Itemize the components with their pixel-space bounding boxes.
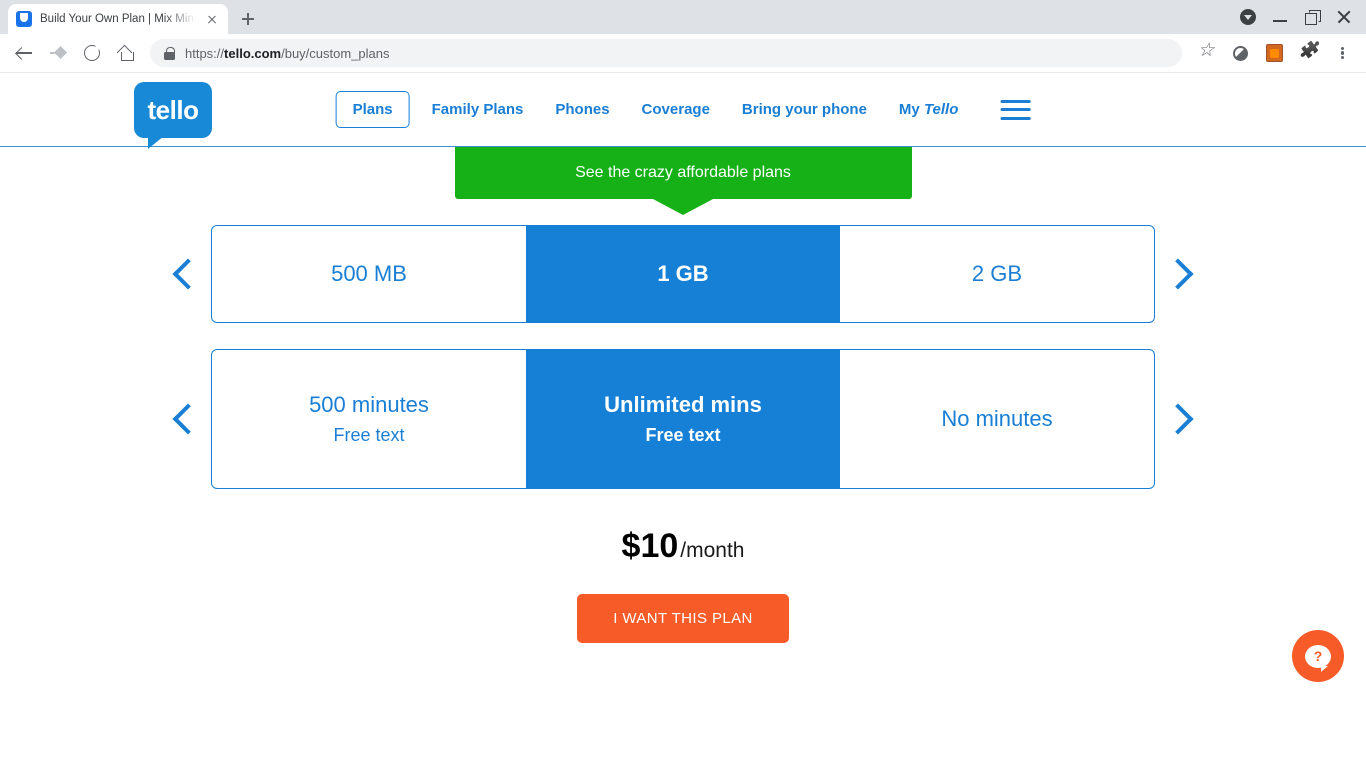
window-controls [1226, 0, 1366, 34]
minutes-option-500[interactable]: 500 minutes Free text [212, 350, 526, 488]
star-icon [1198, 41, 1215, 62]
minutes-selector-row: 500 minutes Free text Unlimited mins Fre… [0, 349, 1366, 489]
puzzle-piece-icon [1300, 45, 1317, 62]
data-option-label: 2 GB [971, 261, 1023, 287]
i-want-this-plan-button[interactable]: I WANT THIS PLAN [577, 594, 789, 643]
forward-arrow-icon [49, 44, 67, 62]
help-question-mark: ? [1313, 648, 1323, 664]
url-text: https://tello.com/buy/custom_plans [185, 46, 390, 61]
minutes-option-sub: Free text [645, 424, 721, 445]
minutes-next-arrow-icon[interactable] [1155, 384, 1201, 454]
site-header: tello Plans Family Plans Phones Coverage… [0, 73, 1366, 149]
back-button[interactable] [8, 37, 40, 69]
my-tello-brand: Tello [923, 101, 959, 118]
url-path: /buy/custom_plans [281, 45, 390, 61]
address-bar[interactable]: https://tello.com/buy/custom_plans [150, 39, 1182, 67]
data-option-2gb[interactable]: 2 GB [840, 226, 1154, 322]
minutes-option-none[interactable]: No minutes [840, 350, 1154, 488]
home-icon [118, 45, 135, 62]
reload-button[interactable] [76, 37, 108, 69]
minutes-option-label: No minutes [941, 406, 1053, 432]
maximize-restore-icon[interactable] [1304, 9, 1320, 25]
data-option-label: 500 MB [331, 261, 407, 287]
three-dot-menu-icon [1334, 45, 1350, 61]
promo-banner-text: See the crazy affordable plans [575, 164, 791, 181]
browser-tab-bar: Build Your Own Plan | Mix Minutes [0, 0, 1366, 34]
data-options: 500 MB 1 GB 2 GB [211, 225, 1155, 323]
page-content: tello Plans Family Plans Phones Coverage… [0, 73, 1366, 768]
browser-toolbar: https://tello.com/buy/custom_plans [0, 34, 1366, 73]
minimize-icon[interactable] [1272, 9, 1288, 25]
tello-favicon-icon [16, 11, 32, 27]
nav-item-coverage[interactable]: Coverage [626, 101, 726, 118]
nav-item-plans[interactable]: Plans [335, 91, 410, 128]
minutes-prev-arrow-icon[interactable] [165, 384, 211, 454]
price-amount: $10 [621, 527, 679, 565]
minutes-option-label: Unlimited mins [604, 392, 762, 418]
minutes-option-sub: Free text [333, 424, 405, 445]
tab-strip: Build Your Own Plan | Mix Minutes [0, 4, 262, 34]
reload-icon [84, 45, 100, 61]
logo-text: tello [147, 94, 199, 125]
nav-item-phones[interactable]: Phones [539, 101, 625, 118]
close-icon[interactable] [204, 11, 220, 27]
tello-logo[interactable]: tello [134, 81, 212, 149]
minutes-options: 500 minutes Free text Unlimited mins Fre… [211, 349, 1155, 489]
orange-extension-icon [1265, 44, 1283, 62]
url-scheme: https:// [185, 45, 225, 61]
download-icon[interactable] [1240, 9, 1256, 25]
tab-title: Build Your Own Plan | Mix Minutes [40, 13, 196, 25]
help-chat-icon[interactable]: ? [1292, 630, 1344, 682]
orange-extension-button[interactable] [1258, 37, 1290, 69]
data-option-500mb[interactable]: 500 MB [212, 226, 526, 322]
price-display: $10 /month [0, 527, 1366, 566]
data-option-label: 1 GB [657, 261, 709, 287]
profile-button[interactable] [1224, 37, 1256, 69]
data-option-1gb[interactable]: 1 GB [526, 226, 840, 322]
bookmark-button[interactable] [1190, 37, 1222, 69]
forward-button[interactable] [42, 37, 74, 69]
close-window-icon[interactable] [1336, 9, 1352, 25]
help-bubble-shape: ? [1305, 644, 1331, 672]
minutes-option-label: 500 minutes [309, 392, 429, 418]
cta-row: I WANT THIS PLAN [0, 594, 1366, 643]
hamburger-menu-icon[interactable] [1000, 99, 1031, 120]
url-host: tello.com [224, 45, 282, 61]
my-tello-prefix: My [898, 101, 924, 118]
nav-item-my-tello[interactable]: My Tello [883, 101, 974, 118]
back-arrow-icon [15, 44, 33, 62]
nav-item-bring-your-phone[interactable]: Bring your phone [726, 101, 883, 118]
profile-circle-icon [1232, 45, 1248, 61]
extensions-button[interactable] [1292, 37, 1324, 69]
promo-banner: See the crazy affordable plans [454, 147, 912, 199]
home-button[interactable] [110, 37, 142, 69]
main-navigation: Plans Family Plans Phones Coverage Bring… [335, 91, 1031, 128]
browser-tab[interactable]: Build Your Own Plan | Mix Minutes [8, 4, 228, 34]
data-selector-row: 500 MB 1 GB 2 GB [0, 225, 1366, 323]
data-next-arrow-icon[interactable] [1155, 239, 1201, 309]
new-tab-icon[interactable] [234, 5, 262, 33]
promo-banner-wrap: See the crazy affordable plans [0, 147, 1366, 199]
nav-item-family-plans[interactable]: Family Plans [416, 101, 540, 118]
data-prev-arrow-icon[interactable] [165, 239, 211, 309]
browser-menu-button[interactable] [1326, 37, 1358, 69]
price-period: /month [680, 539, 745, 562]
lock-icon[interactable] [164, 46, 175, 60]
minutes-option-unlimited[interactable]: Unlimited mins Free text [526, 350, 840, 488]
